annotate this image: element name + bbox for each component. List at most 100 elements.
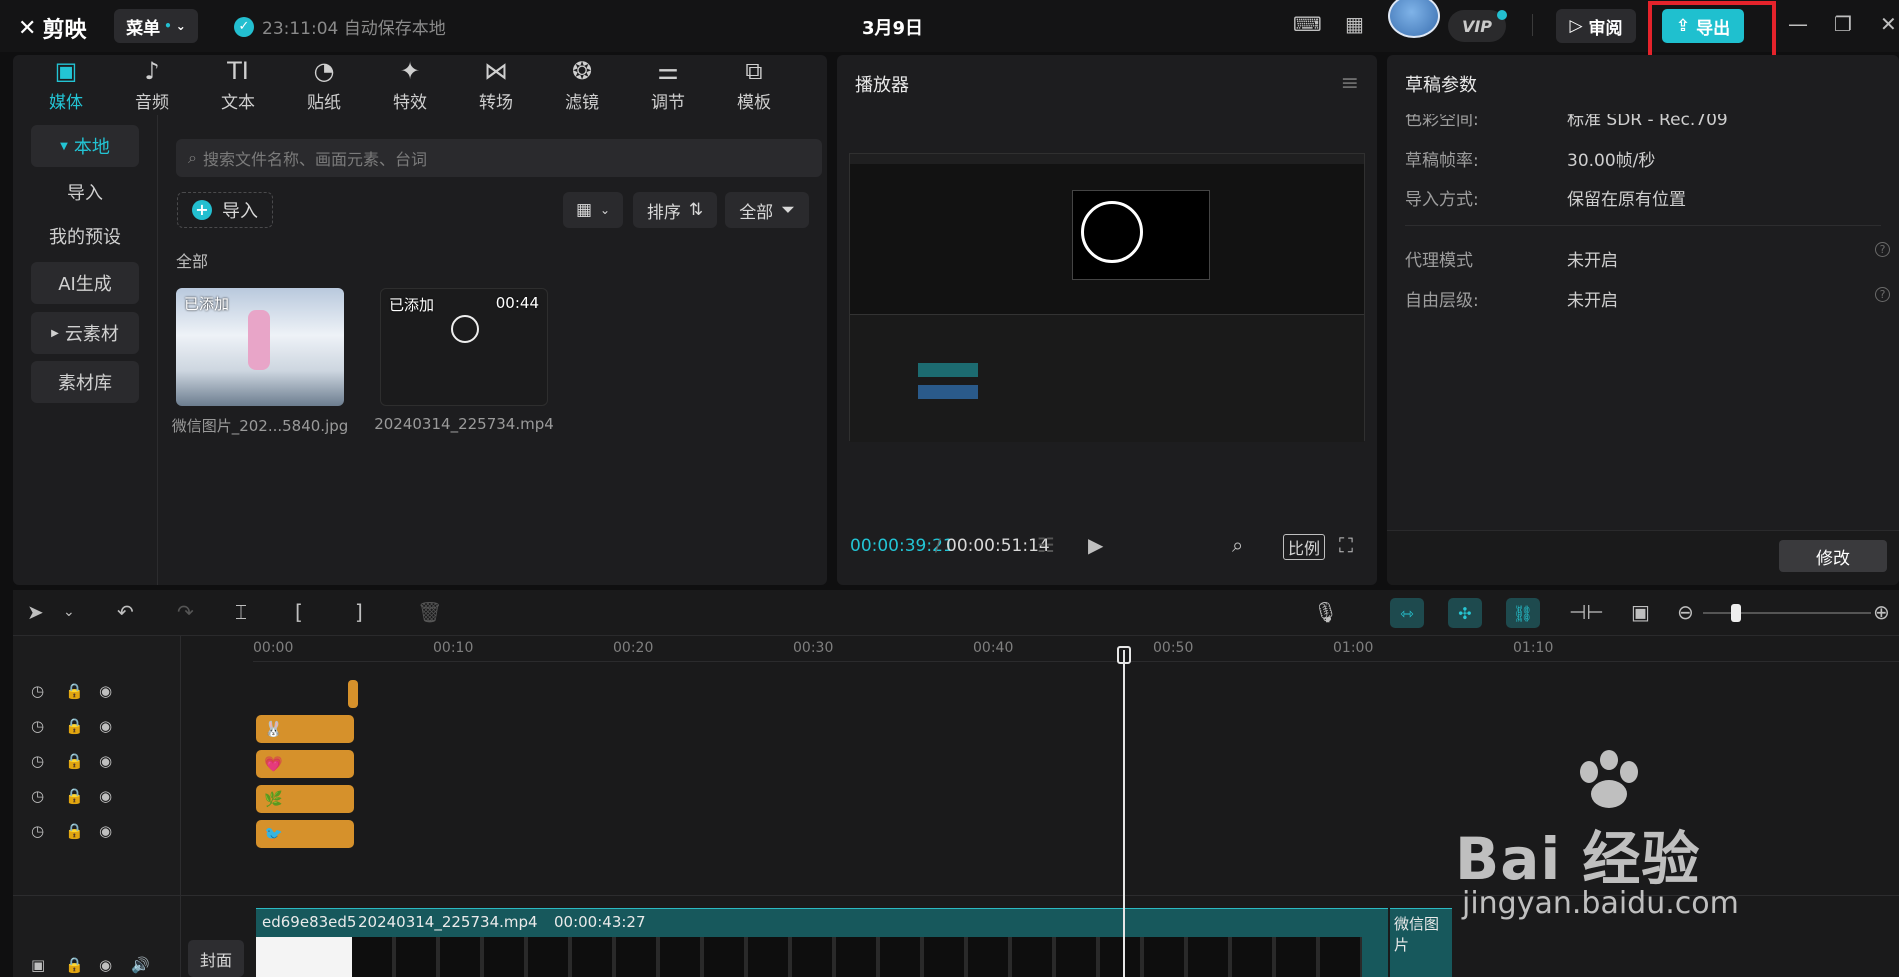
zoom-out-icon[interactable]: ⊖ — [1677, 600, 1694, 624]
clock-icon[interactable]: ◷ — [31, 787, 44, 805]
lock-icon[interactable]: 🔒 — [65, 787, 84, 805]
thumbnail-icon[interactable]: ▣ — [1631, 600, 1650, 624]
import-button[interactable]: + 导入 — [177, 192, 273, 228]
grid-icon: ▦ — [575, 200, 592, 220]
zoom-slider-handle[interactable] — [1731, 604, 1741, 622]
eye-icon[interactable]: ◉ — [99, 717, 112, 735]
tab-transition[interactable]: ⋈ 转场 — [453, 55, 539, 115]
clock-icon[interactable]: ◷ — [31, 752, 44, 770]
zoom-slider[interactable] — [1703, 612, 1871, 614]
sidebar-item-library[interactable]: 素材库 — [31, 361, 139, 403]
clock-icon[interactable]: ◷ — [31, 717, 44, 735]
microphone-icon[interactable]: 🎙 — [1313, 600, 1338, 624]
clock-icon[interactable]: ◷ — [31, 822, 44, 840]
sidebar-item-local[interactable]: ▼ 本地 — [31, 125, 139, 167]
volume-icon[interactable]: 🔊 — [131, 956, 150, 974]
sticker-clip[interactable]: 🌿 — [256, 785, 354, 813]
tab-audio[interactable]: ♪ 音频 — [109, 55, 195, 115]
help-icon[interactable]: ? — [1875, 242, 1890, 257]
app-logo: ✕ 剪映 — [18, 12, 86, 44]
waveform-icon[interactable]: ☷ — [1037, 533, 1055, 557]
eye-icon[interactable]: ◉ — [99, 752, 112, 770]
sidebar-item-ai[interactable]: AI生成 — [31, 262, 139, 304]
keyboard-icon[interactable]: ⌨ — [1293, 12, 1322, 36]
playhead[interactable] — [1123, 650, 1125, 977]
sidebar-item-import[interactable]: 导入 — [31, 171, 139, 213]
tab-sticker[interactable]: ◔ 贴纸 — [281, 55, 367, 115]
snap-icon: ✣ — [1458, 603, 1472, 623]
sidebar-item-presets[interactable]: 我的预设 — [31, 215, 139, 257]
sticker-clip[interactable]: 💗 — [256, 750, 354, 778]
avatar[interactable] — [1388, 0, 1440, 38]
media-item-video[interactable]: 已添加 00:44 — [380, 288, 548, 406]
timeline-ruler[interactable]: 00:00 00:10 00:20 00:30 00:40 00:50 01:0… — [253, 636, 1899, 662]
tab-label: 文本 — [221, 93, 255, 113]
search-input[interactable]: ⌕ 搜索文件名称、画面元素、台词 — [176, 139, 822, 177]
draft-panel: 草稿参数 色彩空间: 标准 SDR - Rec.709 草稿帧率: 30.00帧… — [1387, 55, 1899, 585]
review-button[interactable]: ▷ 审阅 — [1556, 9, 1636, 43]
media-icon: ▣ — [54, 57, 78, 85]
view-mode-button[interactable]: ▦ ⌄ — [563, 192, 623, 228]
menu-button[interactable]: 菜单 • ⌄ — [114, 9, 198, 43]
main-video-clip[interactable]: ed69e83ed5 20240314_225734.mp4 00:00:43:… — [256, 908, 1388, 977]
filter-button[interactable]: 全部 ⏷ — [725, 192, 809, 228]
zoom-in-icon[interactable]: ⊕ — [1873, 600, 1890, 624]
split-right-icon[interactable]: ] — [355, 600, 363, 624]
video-track-icon[interactable]: ▣ — [31, 956, 45, 974]
eye-icon[interactable]: ◉ — [99, 822, 112, 840]
restore-icon[interactable]: ❐ — [1834, 12, 1852, 36]
fullscreen-icon[interactable]: ⛶ — [1339, 533, 1353, 557]
redo-icon[interactable]: ↷ — [177, 600, 194, 624]
lock-icon[interactable]: 🔒 — [65, 956, 84, 974]
minimize-icon[interactable]: — — [1788, 12, 1808, 36]
sticker-clip[interactable]: 🐰 — [256, 715, 354, 743]
tab-effects[interactable]: ✦ 特效 — [367, 55, 453, 115]
undo-icon[interactable]: ↶ — [117, 600, 134, 624]
lock-icon[interactable]: 🔒 — [65, 682, 84, 700]
tab-template[interactable]: ⧉ 模板 — [711, 55, 797, 115]
chevron-down-icon[interactable]: ⌄ — [63, 604, 75, 620]
select-pointer-icon[interactable]: ➤ — [27, 600, 44, 624]
tab-filter[interactable]: ❂ 滤镜 — [539, 55, 625, 115]
sidebar-item-cloud[interactable]: ▶ 云素材 — [31, 312, 139, 354]
tab-label: 滤镜 — [565, 93, 599, 113]
preview-circle — [1081, 201, 1143, 263]
sort-icon: ⇅ — [688, 200, 704, 220]
draft-row-label: 自由层级: — [1405, 291, 1479, 311]
ratio-button[interactable]: 比例 — [1283, 534, 1326, 560]
sticker-clip[interactable]: 🐦 — [256, 820, 354, 848]
tab-media[interactable]: ▣ 媒体 — [23, 55, 109, 115]
cover-button[interactable]: 封面 — [188, 940, 244, 977]
media-item-image[interactable]: 已添加 — [176, 288, 344, 406]
link-toggle[interactable]: ⛓ — [1506, 598, 1540, 628]
tab-label: 特效 — [393, 93, 427, 113]
next-clip[interactable]: 微信图片 — [1390, 908, 1452, 977]
split-icon[interactable]: ⌶ — [235, 600, 247, 624]
help-icon[interactable]: ? — [1875, 287, 1890, 302]
eye-icon[interactable]: ◉ — [99, 956, 112, 974]
lock-icon[interactable]: 🔒 — [65, 717, 84, 735]
video-preview[interactable] — [849, 153, 1365, 442]
split-left-icon[interactable]: [ — [295, 600, 303, 624]
lock-icon[interactable]: 🔒 — [65, 822, 84, 840]
magnet-toggle[interactable]: ⇿ — [1390, 598, 1424, 628]
project-title: 3月9日 — [862, 18, 924, 39]
tab-text[interactable]: TI 文本 — [195, 55, 281, 115]
delete-icon[interactable]: 🗑 — [417, 600, 442, 624]
close-icon[interactable]: ✕ — [1880, 12, 1897, 36]
modify-button[interactable]: 修改 — [1779, 540, 1887, 572]
clip-thumbnail — [256, 937, 352, 977]
clock-icon[interactable]: ◷ — [31, 682, 44, 700]
play-icon[interactable]: ▶ — [1088, 533, 1103, 557]
sort-button[interactable]: 排序 ⇅ — [633, 192, 717, 228]
eye-icon[interactable]: ◉ — [99, 787, 112, 805]
layout-icon[interactable]: ▦ — [1345, 12, 1364, 36]
snap-toggle[interactable]: ✣ — [1448, 598, 1482, 628]
zoom-fit-icon[interactable]: ⌕ — [1232, 533, 1243, 557]
menu-icon[interactable]: ≡ — [1341, 71, 1359, 96]
sticker-clip[interactable] — [348, 680, 358, 708]
preview-axis-icon[interactable]: ⊣⊢ — [1569, 600, 1604, 624]
eye-icon[interactable]: ◉ — [99, 682, 112, 700]
tab-adjust[interactable]: ⚌ 调节 — [625, 55, 711, 115]
lock-icon[interactable]: 🔒 — [65, 752, 84, 770]
